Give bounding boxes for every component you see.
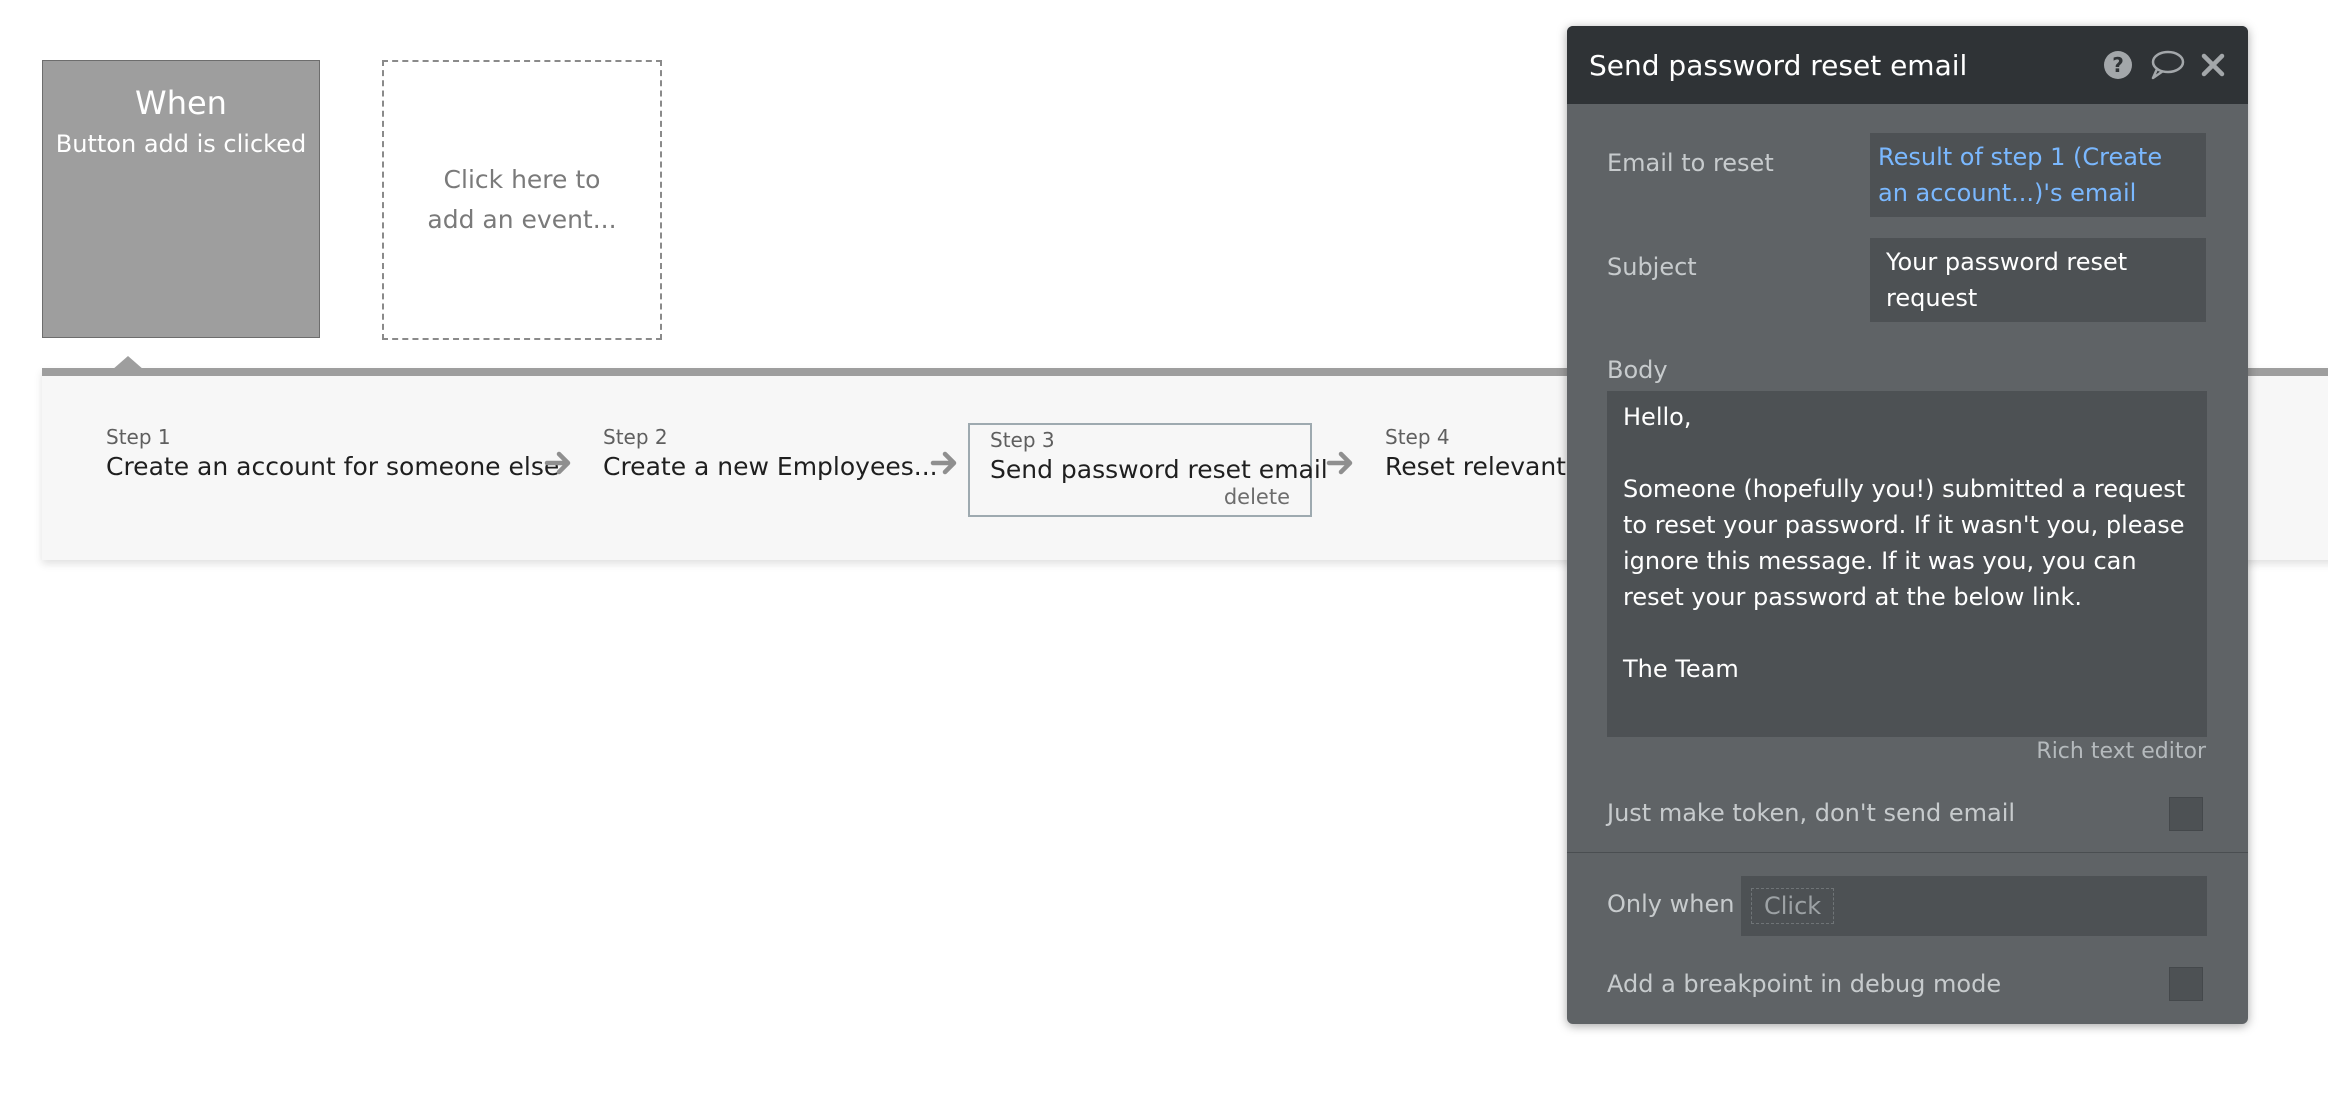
- help-icon[interactable]: ?: [2102, 49, 2134, 81]
- svg-text:?: ?: [2112, 53, 2124, 77]
- step-number: Step 2: [603, 425, 668, 449]
- panel-title: Send password reset email: [1589, 48, 1968, 82]
- arrow-right-icon: [1326, 448, 1356, 478]
- only-when-click-placeholder[interactable]: Click: [1751, 888, 1835, 924]
- add-event-card[interactable]: Click here to add an event...: [382, 60, 662, 340]
- step-2[interactable]: Step 2 Create a new Employees...: [603, 424, 938, 484]
- step-number: Step 3: [990, 428, 1055, 452]
- step-name: Create an account for someone else: [106, 452, 560, 481]
- arrow-right-icon: [930, 448, 960, 478]
- body-label: Body: [1607, 356, 1668, 384]
- close-icon[interactable]: [2200, 52, 2226, 78]
- breakpoint-checkbox[interactable]: [2169, 967, 2203, 1001]
- only-when-label: Only when: [1607, 890, 1735, 918]
- workflow-editor: When Button add is clicked Click here to…: [0, 0, 2328, 1104]
- step-1[interactable]: Step 1 Create an account for someone els…: [106, 424, 559, 484]
- step-name: Send password reset email: [990, 455, 1328, 484]
- arrow-right-icon: [544, 448, 574, 478]
- event-when-title: When: [135, 84, 227, 122]
- step-number: Step 4: [1385, 425, 1450, 449]
- event-card-when[interactable]: When Button add is clicked: [42, 60, 320, 338]
- email-to-reset-label: Email to reset: [1607, 149, 1774, 177]
- step-3-selected[interactable]: Step 3 Send password reset email delete: [968, 423, 1328, 517]
- email-to-reset-field[interactable]: Result of step 1 (Create an account...)'…: [1870, 133, 2206, 217]
- only-when-condition-field[interactable]: Click: [1741, 876, 2207, 936]
- step-number: Step 1: [106, 425, 171, 449]
- just-make-token-label: Just make token, don't send email: [1607, 799, 2016, 827]
- add-event-text: Click here to add an event...: [427, 165, 617, 234]
- delete-step-link[interactable]: delete: [1224, 485, 1290, 509]
- event-pointer-notch: [112, 356, 144, 370]
- body-textarea[interactable]: Hello, Someone (hopefully you!) submitte…: [1607, 391, 2207, 737]
- step-4[interactable]: Step 4 Reset relevant in: [1385, 424, 1597, 484]
- panel-header: Send password reset email ?: [1567, 26, 2248, 104]
- action-property-panel: Send password reset email ? Email to res: [1567, 26, 2248, 1024]
- rich-text-editor-link[interactable]: Rich text editor: [2036, 739, 2206, 764]
- section-divider: [1567, 852, 2248, 853]
- breakpoint-label: Add a breakpoint in debug mode: [1607, 970, 2002, 998]
- just-make-token-checkbox[interactable]: [2169, 797, 2203, 831]
- subject-field[interactable]: Your password reset request: [1870, 238, 2206, 322]
- step-name: Create a new Employees...: [603, 452, 938, 481]
- subject-label: Subject: [1607, 253, 1697, 281]
- event-when-subtitle: Button add is clicked: [55, 130, 307, 158]
- comment-icon[interactable]: [2148, 49, 2186, 81]
- step-name: Reset relevant in: [1385, 452, 1597, 481]
